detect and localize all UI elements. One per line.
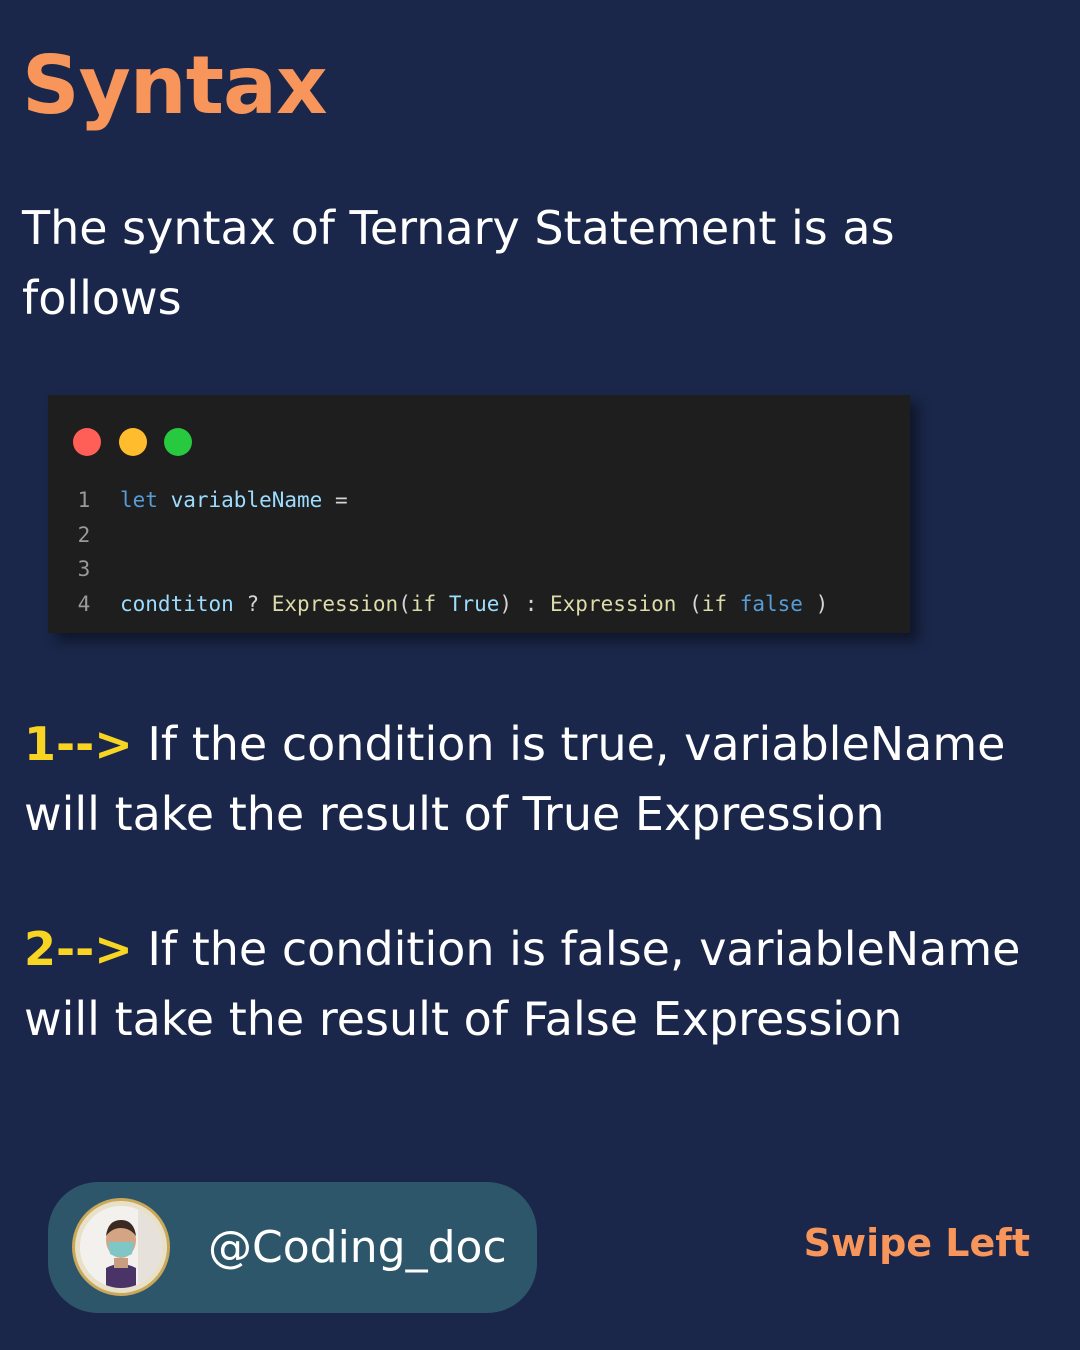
code-line-2: 2: [48, 520, 120, 550]
profile-badge[interactable]: @Coding_doc: [48, 1182, 537, 1313]
point-marker: 1-->: [24, 717, 133, 771]
code-expression-false: Expression: [550, 592, 677, 616]
code-expression-true: Expression: [271, 592, 399, 616]
code-if: if: [701, 592, 728, 616]
code-if: if: [410, 592, 437, 616]
code-question-mark: ?: [246, 592, 260, 616]
line-number: 1: [77, 488, 91, 512]
code-paren: (: [398, 592, 411, 616]
code-line-4: 4 condtiton ? Expression(if True) : Expre…: [48, 589, 829, 619]
code-snippet-window: 1 let variableName = 2 3 4 condtiton ? Exp…: [48, 395, 910, 633]
code-condition: condtiton: [120, 592, 234, 616]
code-line-3: 3: [48, 554, 120, 584]
avatar: [72, 1198, 170, 1296]
intro-text: The syntax of Ternary Statement is as fo…: [22, 201, 895, 325]
explanation-point-2: 2--> If the condition is false, variable…: [24, 914, 1044, 1054]
swipe-left-label[interactable]: Swipe Left: [804, 1217, 1030, 1269]
point-marker: 2-->: [24, 922, 133, 976]
window-maximize-dot-icon: [164, 428, 192, 456]
code-keyword: let: [120, 488, 158, 512]
code-false-value: false: [739, 592, 803, 616]
line-number: 3: [77, 557, 91, 581]
line-number: 2: [77, 523, 91, 547]
code-paren: ): [499, 592, 513, 616]
code-colon: :: [524, 592, 538, 616]
point-text: If the condition is false, variableName …: [24, 922, 1021, 1046]
window-close-dot-icon: [73, 428, 101, 456]
page-title: Syntax: [22, 39, 328, 132]
code-paren: (: [689, 592, 702, 616]
code-operator: =: [334, 488, 348, 512]
code-true-value: True: [448, 592, 500, 616]
code-line-1: 1 let variableName =: [48, 485, 348, 515]
line-number: 4: [77, 592, 91, 616]
person-icon: [80, 1206, 162, 1288]
avatar-photo-icon: [80, 1206, 162, 1288]
explanation-point-1: 1--> If the condition is true, variableN…: [24, 709, 1044, 849]
point-text: If the condition is true, variableName w…: [24, 717, 1006, 841]
profile-handle[interactable]: @Coding_doc: [208, 1218, 507, 1278]
code-paren: ): [815, 592, 829, 616]
code-variable: variableName: [170, 488, 323, 512]
window-minimize-dot-icon: [119, 428, 147, 456]
